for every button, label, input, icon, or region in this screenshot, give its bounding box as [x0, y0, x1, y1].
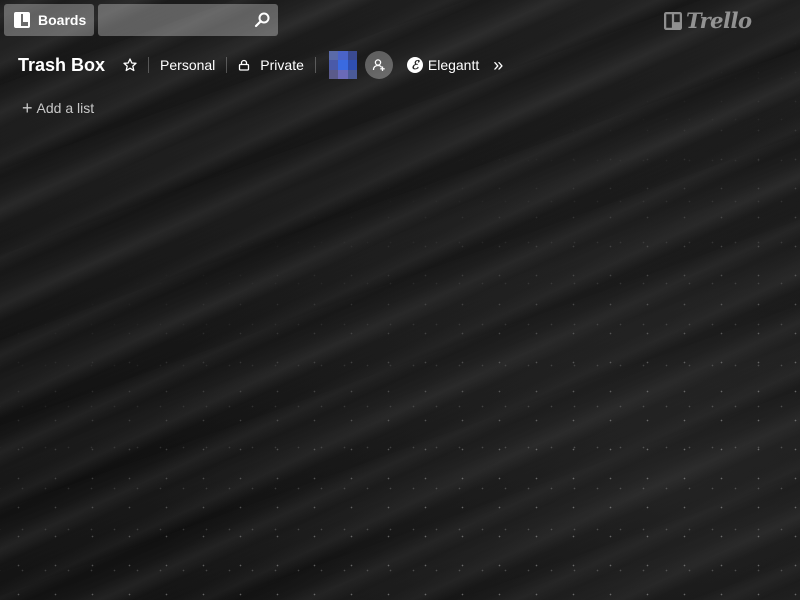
board-header: Trash Box Personal Private ℰ Elegantt » [18, 50, 503, 80]
divider [148, 57, 150, 73]
trello-logo-text: Trello [686, 8, 752, 33]
boards-icon [14, 12, 30, 28]
boards-button[interactable]: Boards [4, 4, 94, 36]
star-icon [123, 58, 137, 72]
avatar-pixel [347, 51, 357, 61]
avatar-pixel [347, 60, 357, 70]
show-menu-button[interactable]: » [493, 51, 503, 79]
add-member-icon [372, 59, 385, 71]
divider [226, 57, 228, 73]
add-list-button[interactable]: + Add a list [22, 99, 94, 117]
search-icon[interactable] [254, 12, 270, 28]
avatar-pixel [338, 69, 348, 79]
lock-icon [239, 59, 250, 71]
trello-logo[interactable]: Trello [664, 8, 752, 33]
star-button[interactable] [123, 51, 137, 79]
team-label: Personal [160, 57, 216, 73]
avatar-pixel [338, 51, 348, 61]
member-avatar[interactable] [328, 51, 357, 79]
plus-icon: + [22, 98, 33, 118]
search-box[interactable] [98, 4, 278, 36]
board-background-texture [0, 0, 800, 600]
boards-label: Boards [38, 12, 87, 28]
double-chevron-right-icon: » [493, 54, 504, 75]
visibility-label: Private [260, 57, 304, 73]
elegantt-button[interactable]: ℰ Elegantt [406, 51, 480, 79]
divider [314, 57, 316, 73]
elegantt-icon: ℰ [406, 57, 423, 73]
avatar-pixel [328, 60, 339, 70]
add-list-label: Add a list [36, 100, 95, 116]
visibility-button[interactable]: Private [238, 51, 304, 79]
trello-logo-icon [664, 11, 682, 30]
avatar-pixel [328, 51, 339, 61]
search-input[interactable] [98, 4, 264, 36]
elegantt-label: Elegantt [427, 57, 480, 73]
team-button[interactable]: Personal [160, 51, 215, 79]
top-header: Boards Trello [4, 4, 800, 36]
invite-member-button[interactable] [364, 51, 393, 79]
board-title[interactable]: Trash Box [18, 55, 105, 76]
avatar-pixel [347, 69, 357, 79]
avatar-pixel [328, 69, 339, 79]
avatar-pixel [338, 60, 348, 70]
